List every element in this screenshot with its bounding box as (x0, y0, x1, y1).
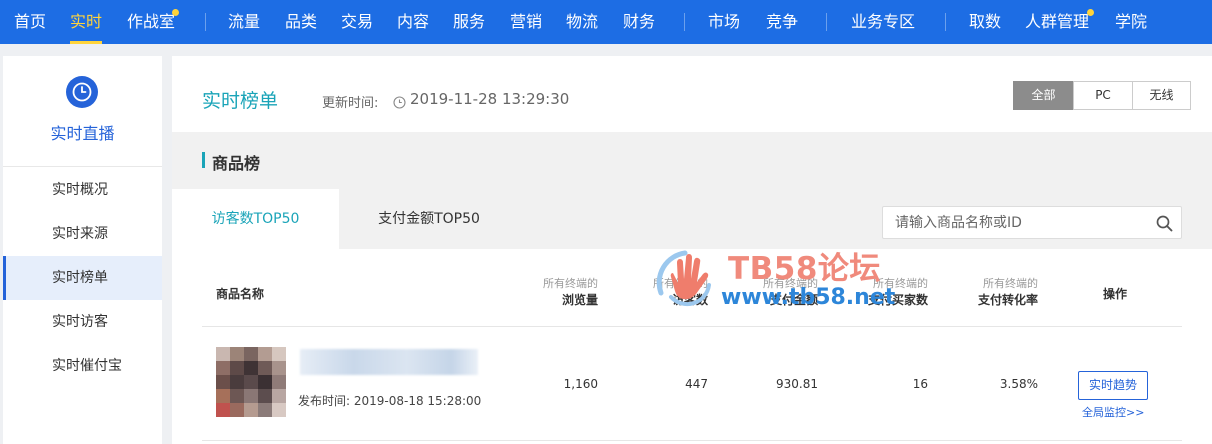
search-input[interactable] (883, 207, 1145, 238)
sidebar-divider (3, 166, 162, 167)
notification-dot (172, 9, 179, 16)
nav-item-war-room[interactable]: 作战室 (127, 0, 175, 44)
cell-visitors: 447 (685, 377, 708, 391)
clock-icon (393, 94, 406, 113)
nav-item-market[interactable]: 市场 (708, 0, 740, 44)
sidebar-item-source[interactable]: 实时来源 (3, 212, 162, 256)
cell-pageviews: 1,160 (563, 377, 598, 391)
table-divider (202, 326, 1182, 327)
watermark-hand-logo (651, 247, 723, 313)
column-header-label: 浏览量 (561, 293, 598, 307)
nav-item-logistics[interactable]: 物流 (566, 0, 598, 44)
nav-divider (205, 13, 206, 31)
watermark-title: TB58论坛 (728, 251, 881, 287)
top-nav: 首页 实时 作战室 流量 品类 交易 内容 服务 营销 物流 财务 市场 竞争 … (0, 0, 1212, 44)
tab-visitors-top50[interactable]: 访客数TOP50 (172, 189, 339, 249)
section-title: 商品榜 (212, 154, 261, 173)
nav-item-marketing[interactable]: 营销 (510, 0, 542, 44)
nav-item-realtime[interactable]: 实时 (70, 0, 103, 44)
publish-time: 发布时间: 2019-08-18 15:28:00 (298, 394, 482, 408)
nav-item-traffic[interactable]: 流量 (228, 0, 260, 44)
nav-item-content[interactable]: 内容 (397, 0, 429, 44)
filter-wireless-button[interactable]: 无线 (1132, 81, 1191, 110)
column-header-product-name: 商品名称 (216, 287, 265, 301)
cell-payment-amount: 930.81 (776, 377, 818, 391)
product-title-blurred[interactable] (300, 349, 478, 375)
page-title: 实时榜单 (202, 90, 279, 112)
update-time-label: 更新时间: (322, 96, 379, 111)
nav-item-finance[interactable]: 财务 (623, 0, 655, 44)
tab-payment-top50[interactable]: 支付金额TOP50 (339, 189, 519, 249)
main-panel: 实时榜单 更新时间: 2019-11-28 13:29:30 全部 PC 无线 … (172, 56, 1212, 444)
cell-paying-buyers: 16 (912, 377, 928, 391)
sidebar-item-overview[interactable]: 实时概况 (3, 168, 162, 212)
sidebar-item-payment-reminder[interactable]: 实时催付宝 (3, 344, 162, 388)
product-thumbnail[interactable] (216, 347, 286, 417)
watermark-url: www.tb58.net (721, 285, 896, 310)
nav-item-crowd-management[interactable]: 人群管理 (1025, 0, 1089, 44)
nav-item-competition[interactable]: 竞争 (766, 0, 798, 44)
nav-item-service[interactable]: 服务 (453, 0, 485, 44)
section-accent-bar (202, 152, 205, 168)
filter-all-button[interactable]: 全部 (1013, 81, 1074, 110)
column-header-qualifier: 所有终端的 (983, 277, 1038, 290)
table-divider (202, 440, 1182, 441)
update-time-value: 2019-11-28 13:29:30 (410, 90, 570, 108)
nav-item-business-zone[interactable]: 业务专区 (851, 0, 915, 44)
search-box (882, 206, 1182, 239)
clock-icon (66, 76, 98, 108)
column-header-actions: 操作 (1103, 287, 1128, 301)
nav-divider (945, 13, 946, 31)
nav-item-category[interactable]: 品类 (285, 0, 317, 44)
cell-conversion-rate: 3.58% (999, 377, 1038, 391)
nav-item-fetch-data[interactable]: 取数 (969, 0, 1001, 44)
column-header-label: 支付转化率 (977, 293, 1038, 307)
sidebar-item-ranking[interactable]: 实时榜单 (3, 256, 162, 300)
column-header-pageviews: 所有终端的 浏览量 (543, 276, 598, 308)
column-header-conversion-rate: 所有终端的 支付转化率 (978, 276, 1038, 308)
section-header: 商品榜 (172, 132, 1212, 189)
nav-item-academy[interactable]: 学院 (1115, 0, 1147, 44)
notification-dot (1087, 9, 1094, 16)
nav-item-trade[interactable]: 交易 (341, 0, 373, 44)
filter-pc-button[interactable]: PC (1073, 81, 1133, 110)
nav-divider (826, 13, 827, 31)
sidebar-title: 实时直播 (50, 124, 115, 143)
column-header-qualifier: 所有终端的 (543, 277, 598, 290)
realtime-trend-button[interactable]: 实时趋势 (1078, 371, 1148, 400)
sidebar-item-visitors[interactable]: 实时访客 (3, 300, 162, 344)
sidebar: 实时直播 实时概况 实时来源 实时榜单 实时访客 实时催付宝 (3, 56, 162, 444)
search-icon[interactable] (1156, 215, 1173, 236)
global-monitor-link[interactable]: 全局监控>> (1082, 404, 1144, 420)
nav-item-home[interactable]: 首页 (14, 0, 46, 44)
nav-divider (684, 13, 685, 31)
